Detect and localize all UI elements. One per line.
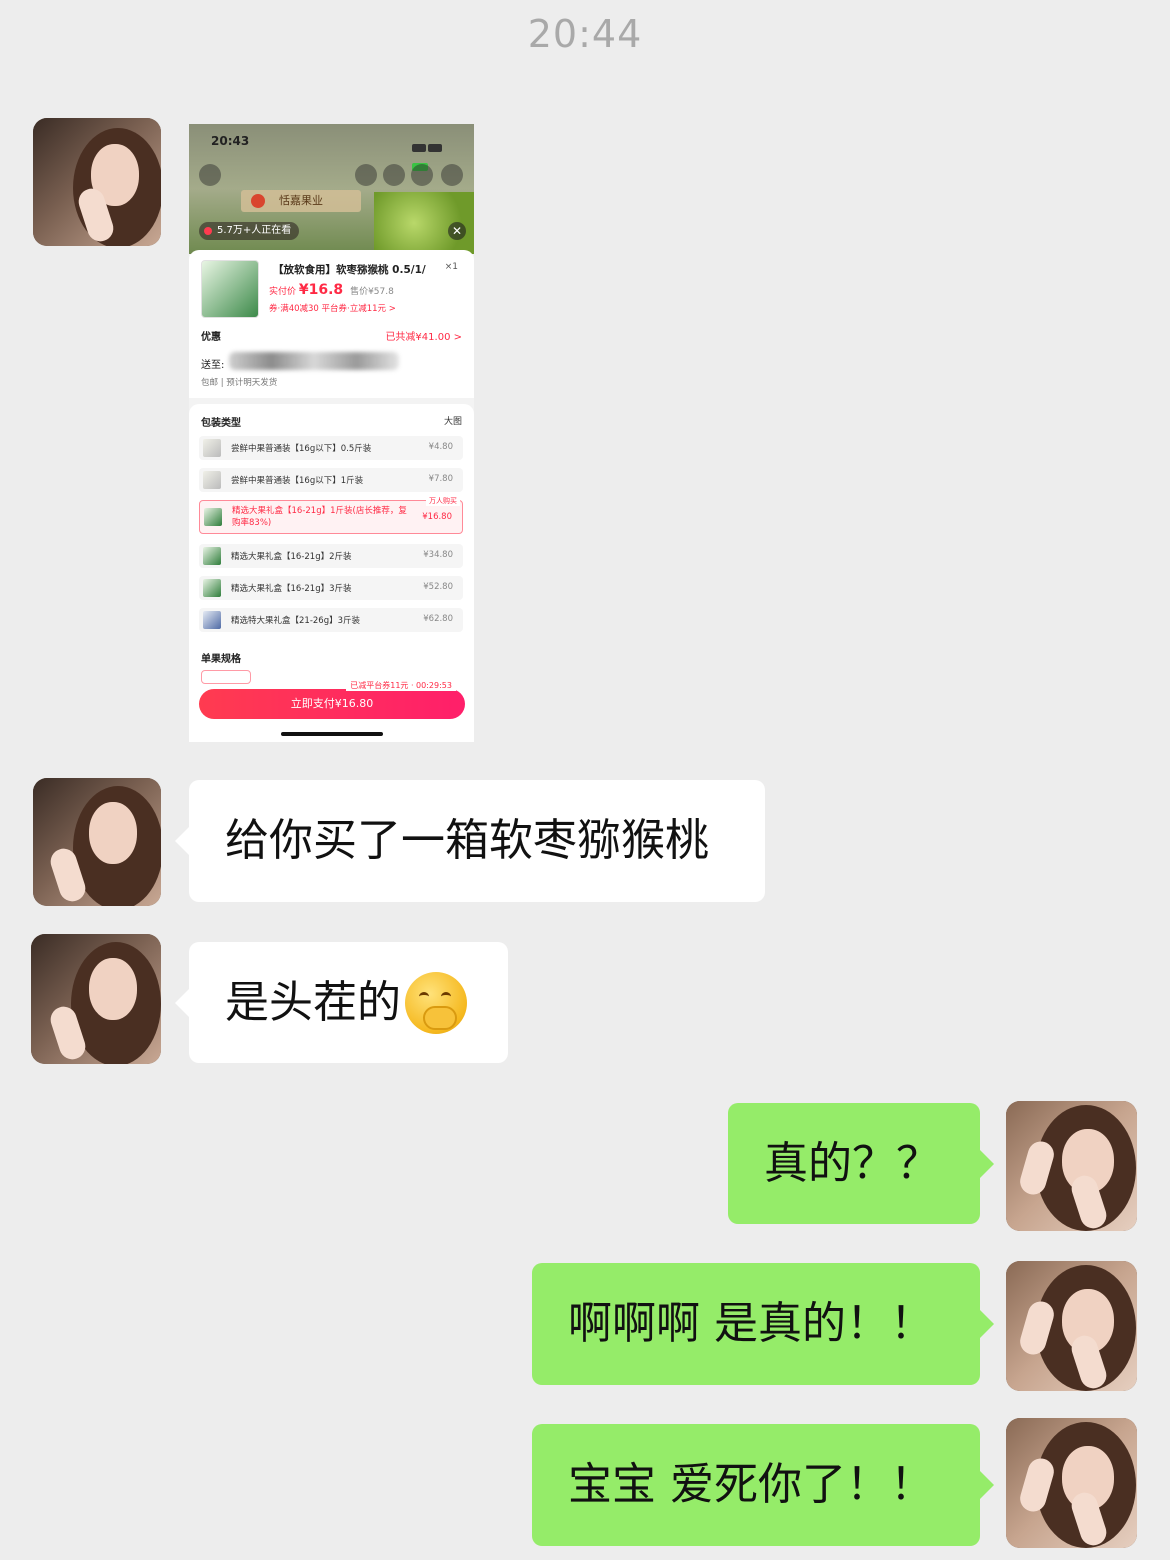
- price-row: 实付价 ¥16.8 售价¥57.8: [269, 282, 394, 298]
- option-price: ¥34.80: [423, 550, 453, 560]
- message-bubble-outgoing[interactable]: 宝宝 爱死你了！！: [532, 1424, 994, 1546]
- option-price: ¥62.80: [423, 614, 453, 624]
- message-bubble-outgoing[interactable]: 真的？？: [728, 1103, 994, 1224]
- option-thumbnail: [203, 471, 221, 489]
- pay-now-button: 立即支付¥16.80: [199, 689, 465, 719]
- ship-label: 送至:: [201, 360, 225, 371]
- ship-note: 包邮 | 预计明天发货: [201, 378, 278, 388]
- package-options: 包装类型 大图 尝鲜中果普通装【16g以下】0.5斤装 ¥4.80 尝鲜中果普通…: [189, 404, 474, 742]
- option-price: ¥16.80: [422, 512, 452, 522]
- package-option: 精选大果礼盒【16-21g】2斤装 ¥34.80: [199, 544, 463, 568]
- package-option: 尝鲜中果普通装【16g以下】1斤装 ¥7.80: [199, 468, 463, 492]
- search-icon: [355, 164, 377, 186]
- popular-tag: 万人购买: [426, 496, 460, 506]
- chat-timestamp: 20:44: [527, 12, 643, 56]
- pay-price: ¥16.8: [298, 282, 344, 298]
- star-icon: [383, 164, 405, 186]
- order-summary: 【放软食用】软枣猕猴桃 0.5/1/ ×1 实付价 ¥16.8 售价¥57.8 …: [189, 250, 474, 398]
- message-text: 啊啊啊 是真的！！: [568, 1298, 934, 1349]
- option-label: 尝鲜中果普通装【16g以下】0.5斤装: [231, 444, 372, 454]
- product-quantity: ×1: [444, 262, 458, 272]
- big-view-label: 大图: [443, 417, 462, 427]
- package-option: 尝鲜中果普通装【16g以下】0.5斤装 ¥4.80: [199, 436, 463, 460]
- my-avatar[interactable]: [1006, 1261, 1137, 1391]
- product-thumbnail: [201, 260, 259, 318]
- my-avatar[interactable]: [1006, 1101, 1137, 1231]
- product-title: 【放软食用】软枣猕猴桃 0.5/1/: [273, 264, 426, 276]
- option-thumbnail: [204, 508, 222, 526]
- message-text: 宝宝 爱死你了！！: [568, 1459, 934, 1510]
- option-price: ¥52.80: [423, 582, 453, 592]
- option-thumbnail: [203, 547, 221, 565]
- message-text: 给你买了一箱软枣猕猴桃: [225, 815, 709, 866]
- blurred-address: [229, 352, 399, 370]
- status-time: 20:43: [211, 134, 250, 148]
- coupon-timer: 已减平台券11元 · 00:29:53: [346, 680, 456, 691]
- option-thumbnail: [203, 579, 221, 597]
- option-label: 精选大果礼盒【16-21g】3斤装: [231, 584, 352, 594]
- back-icon: [199, 164, 221, 186]
- contact-avatar[interactable]: [33, 778, 161, 906]
- message-text: 真的？？: [764, 1137, 940, 1189]
- option-label: 精选大果礼盒【16-21g】2斤装: [231, 552, 352, 562]
- option-price: ¥4.80: [428, 442, 453, 452]
- message-bubble-outgoing[interactable]: 啊啊啊 是真的！！: [532, 1263, 994, 1385]
- package-option-selected: 精选大果礼盒【16-21g】1斤装(店长推荐，复购率83%) ¥16.80 万人…: [199, 496, 463, 534]
- message-text: 是头茬的: [225, 976, 401, 1028]
- status-icons: [412, 137, 460, 171]
- discount-label: 优惠: [201, 332, 221, 343]
- spec-title: 单果规格: [201, 654, 241, 665]
- option-thumbnail: [203, 611, 221, 629]
- face-with-hand-over-mouth-icon: [405, 971, 467, 1034]
- home-indicator: [281, 732, 383, 736]
- discount-value: 已共减¥41.00 >: [385, 332, 462, 343]
- spec-chip: [201, 670, 251, 684]
- share-icon: [411, 164, 433, 186]
- watching-badge: 5.7万+人正在看: [199, 222, 300, 240]
- message-bubble-incoming[interactable]: 给你买了一箱软枣猕猴桃: [175, 780, 765, 902]
- option-thumbnail: [203, 439, 221, 457]
- option-price: ¥7.80: [428, 474, 453, 484]
- option-label: 尝鲜中果普通装【16g以下】1斤装: [231, 476, 364, 486]
- shared-screenshot-image[interactable]: 20:43 恬嘉果业 5.7万+人正在看 ✕ 【放软食用】软枣猕猴桃 0.5/1…: [189, 124, 474, 742]
- brand-label: 恬嘉果业: [241, 190, 361, 212]
- option-label: 精选特大果礼盒【21-26g】3斤装: [231, 616, 361, 626]
- pay-price-label: 实付价: [269, 287, 297, 297]
- close-icon: ✕: [448, 222, 466, 240]
- coupon-text: 券·满40减30 平台券·立减11元 >: [269, 304, 396, 314]
- contact-avatar[interactable]: [31, 934, 161, 1064]
- contact-avatar[interactable]: [33, 118, 161, 246]
- option-label: 精选大果礼盒【16-21g】1斤装(店长推荐，复购率83%): [232, 506, 407, 528]
- package-option: 精选大果礼盒【16-21g】3斤装 ¥52.80: [199, 576, 463, 600]
- message-bubble-incoming[interactable]: 是头茬的: [175, 942, 508, 1063]
- package-title: 包装类型: [201, 418, 241, 429]
- more-icon: [441, 164, 463, 186]
- package-option: 精选特大果礼盒【21-26g】3斤装 ¥62.80: [199, 608, 463, 632]
- original-price: 售价¥57.8: [350, 287, 394, 297]
- my-avatar[interactable]: [1006, 1418, 1137, 1548]
